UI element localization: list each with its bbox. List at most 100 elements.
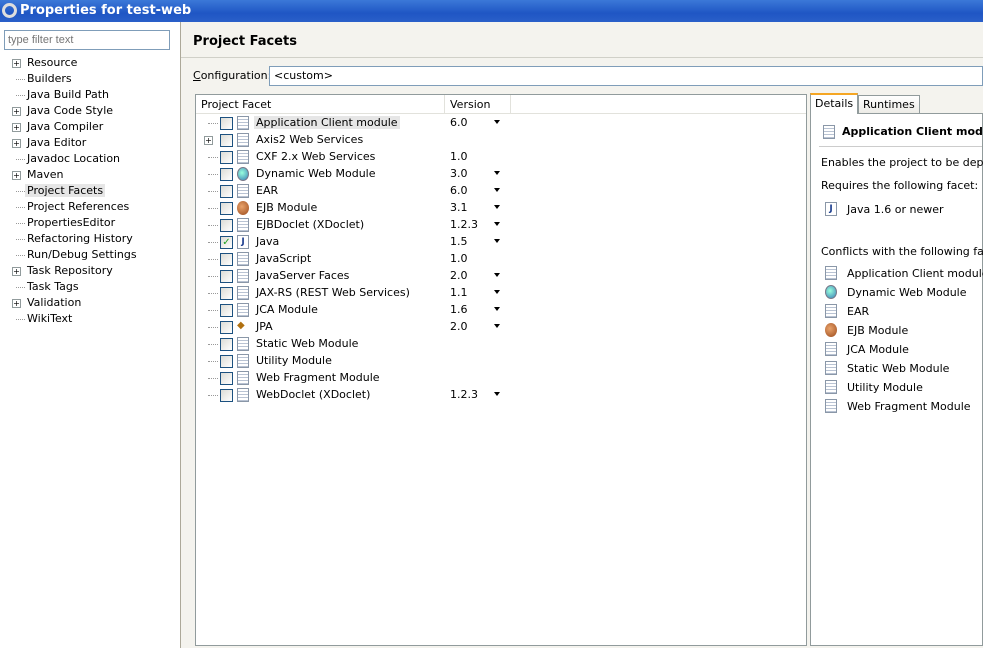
tab-runtimes[interactable]: Runtimes: [858, 95, 920, 113]
facet-version[interactable]: 3.1: [450, 201, 468, 214]
document-icon: [237, 252, 249, 266]
filter-input[interactable]: [4, 30, 170, 50]
version-dropdown-icon[interactable]: [494, 273, 500, 277]
tree-line: [208, 344, 218, 345]
sidebar-item-wikitext[interactable]: WikiText: [0, 311, 180, 327]
facet-version[interactable]: 2.0: [450, 269, 468, 282]
facet-checkbox[interactable]: [220, 355, 233, 368]
facet-checkbox[interactable]: [220, 219, 233, 232]
facet-version[interactable]: 1.2.3: [450, 388, 478, 401]
conflicts-label: Conflicts with the following facets: [821, 245, 983, 258]
facet-version: 1.0: [450, 252, 468, 265]
table-row[interactable]: JavaScript 1.0: [196, 251, 806, 268]
facet-version[interactable]: 6.0: [450, 184, 468, 197]
facet-checkbox[interactable]: [220, 185, 233, 198]
document-icon: [237, 150, 249, 164]
sidebar-item-builders[interactable]: Builders: [0, 71, 180, 87]
sidebar-item-java-build-path[interactable]: Java Build Path: [0, 87, 180, 103]
version-dropdown-icon[interactable]: [494, 307, 500, 311]
tree-line: [16, 255, 25, 256]
facet-checkbox[interactable]: [220, 338, 233, 351]
version-dropdown-icon[interactable]: [494, 120, 500, 124]
facet-checkbox[interactable]: [220, 372, 233, 385]
table-row[interactable]: Utility Module: [196, 353, 806, 370]
sidebar-item-task-repository[interactable]: + Task Repository: [0, 263, 180, 279]
version-dropdown-icon[interactable]: [494, 324, 500, 328]
sidebar-item-resource[interactable]: + Resource: [0, 55, 180, 71]
sidebar-item-refactoring-history[interactable]: Refactoring History: [0, 231, 180, 247]
table-row[interactable]: Web Fragment Module: [196, 370, 806, 387]
expand-icon[interactable]: +: [12, 299, 21, 308]
sidebar-item-java-code-style[interactable]: + Java Code Style: [0, 103, 180, 119]
facet-checkbox[interactable]: [220, 287, 233, 300]
facet-checkbox[interactable]: [220, 253, 233, 266]
table-row[interactable]: Dynamic Web Module 3.0: [196, 166, 806, 183]
facet-checkbox[interactable]: ✓: [220, 236, 233, 249]
table-row[interactable]: + Axis2 Web Services: [196, 132, 806, 149]
facet-name: Dynamic Web Module: [256, 167, 376, 180]
facet-version[interactable]: 1.2.3: [450, 218, 478, 231]
facet-checkbox[interactable]: [220, 321, 233, 334]
table-row[interactable]: JCA Module 1.6: [196, 302, 806, 319]
table-row[interactable]: JavaServer Faces 2.0: [196, 268, 806, 285]
expand-icon[interactable]: +: [204, 136, 213, 145]
sidebar-item-validation[interactable]: + Validation: [0, 295, 180, 311]
sidebar-item-javadoc-location[interactable]: Javadoc Location: [0, 151, 180, 167]
table-row[interactable]: ◆ JPA 2.0: [196, 319, 806, 336]
table-row[interactable]: JAX-RS (REST Web Services) 1.1: [196, 285, 806, 302]
version-dropdown-icon[interactable]: [494, 392, 500, 396]
table-row[interactable]: CXF 2.x Web Services 1.0: [196, 149, 806, 166]
sidebar-item-label: Builders: [27, 72, 72, 85]
facet-version[interactable]: 2.0: [450, 320, 468, 333]
version-dropdown-icon[interactable]: [494, 239, 500, 243]
version-dropdown-icon[interactable]: [494, 188, 500, 192]
expand-icon[interactable]: +: [12, 123, 21, 132]
ejb-bean-icon: [825, 323, 837, 337]
facet-checkbox[interactable]: [220, 117, 233, 130]
table-row[interactable]: EAR 6.0: [196, 183, 806, 200]
expand-icon[interactable]: +: [12, 59, 21, 68]
expand-icon[interactable]: +: [12, 171, 21, 180]
facet-checkbox[interactable]: [220, 168, 233, 181]
sidebar-item-java-editor[interactable]: + Java Editor: [0, 135, 180, 151]
configuration-combo[interactable]: <custom>: [269, 66, 983, 86]
sidebar-item-maven[interactable]: + Maven: [0, 167, 180, 183]
facet-checkbox[interactable]: [220, 134, 233, 147]
tree-line: [208, 327, 218, 328]
sidebar-item-propertieseditor[interactable]: PropertiesEditor: [0, 215, 180, 231]
table-row[interactable]: Static Web Module: [196, 336, 806, 353]
sidebar-item-task-tags[interactable]: Task Tags: [0, 279, 180, 295]
sidebar-item-java-compiler[interactable]: + Java Compiler: [0, 119, 180, 135]
facet-version[interactable]: 1.6: [450, 303, 468, 316]
table-row[interactable]: WebDoclet (XDoclet) 1.2.3: [196, 387, 806, 404]
table-row[interactable]: EJB Module 3.1: [196, 200, 806, 217]
facet-checkbox[interactable]: [220, 202, 233, 215]
sidebar-item-run-debug-settings[interactable]: Run/Debug Settings: [0, 247, 180, 263]
gear-icon: [2, 3, 17, 18]
table-row[interactable]: EJBDoclet (XDoclet) 1.2.3: [196, 217, 806, 234]
table-row[interactable]: ✓ J Java 1.5: [196, 234, 806, 251]
tab-details[interactable]: Details: [810, 93, 859, 114]
ejb-bean-icon: [237, 201, 249, 215]
table-row[interactable]: Application Client module 6.0: [196, 115, 806, 132]
version-dropdown-icon[interactable]: [494, 222, 500, 226]
version-dropdown-icon[interactable]: [494, 171, 500, 175]
sidebar-item-project-references[interactable]: Project References: [0, 199, 180, 215]
facet-version[interactable]: 1.1: [450, 286, 468, 299]
expand-icon[interactable]: +: [12, 267, 21, 276]
expand-icon[interactable]: +: [12, 139, 21, 148]
expand-icon[interactable]: +: [12, 107, 21, 116]
column-header-version[interactable]: Version: [450, 98, 490, 111]
main-panel: Project Facets Configuration: <custom> P…: [181, 22, 983, 648]
column-header-facet[interactable]: Project Facet: [201, 98, 271, 111]
facet-checkbox[interactable]: [220, 304, 233, 317]
sidebar-item-project-facets[interactable]: Project Facets: [0, 183, 180, 199]
facet-checkbox[interactable]: [220, 389, 233, 402]
facet-checkbox[interactable]: [220, 270, 233, 283]
facet-version[interactable]: 6.0: [450, 116, 468, 129]
version-dropdown-icon[interactable]: [494, 290, 500, 294]
facet-version[interactable]: 1.5: [450, 235, 468, 248]
facet-checkbox[interactable]: [220, 151, 233, 164]
facet-version[interactable]: 3.0: [450, 167, 468, 180]
version-dropdown-icon[interactable]: [494, 205, 500, 209]
